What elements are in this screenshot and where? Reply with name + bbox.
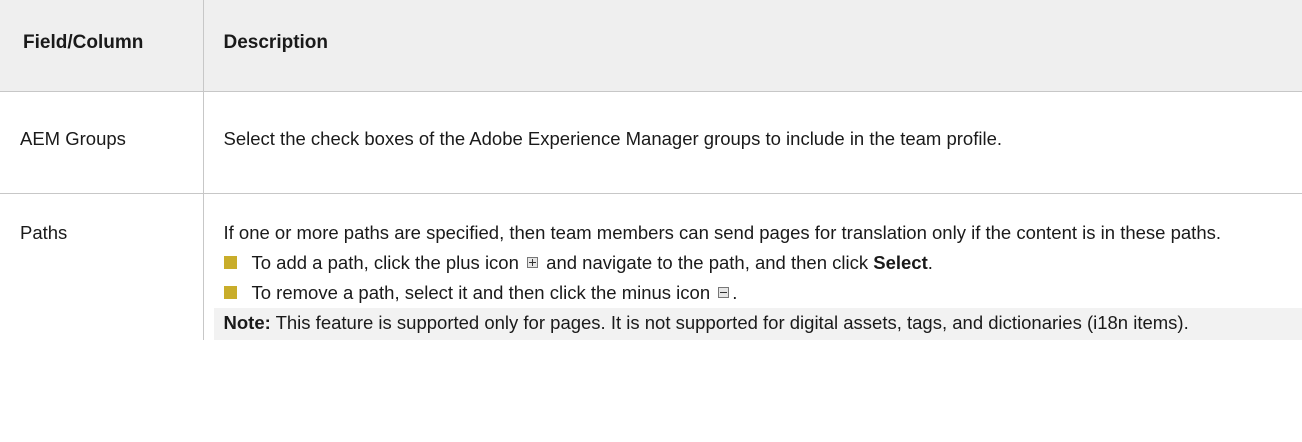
bullet-square-icon <box>223 285 237 299</box>
paths-intro: If one or more paths are specified, then… <box>223 221 1222 243</box>
plus-icon <box>527 257 539 269</box>
field-description: If one or more paths are specified, then… <box>203 193 1302 340</box>
note-text: This feature is supported only for pages… <box>275 311 1189 333</box>
list-item: To add a path, click the plus icon and n… <box>223 248 1283 278</box>
header-description: Description <box>203 0 1302 92</box>
bullet-text: To add a path, click the plus icon <box>251 251 519 273</box>
field-description: Select the check boxes of the Adobe Expe… <box>203 91 1302 194</box>
note-label: Note: <box>223 311 271 333</box>
field-description-table: Field/Column Description AEM Groups Sele… <box>0 0 1302 340</box>
note-box: Note: This feature is supported only for… <box>213 307 1302 340</box>
bullet-text: To remove a path, select it and then cli… <box>251 281 711 303</box>
bullet-text: and navigate to the path, and then click <box>546 251 869 273</box>
select-keyword: Select <box>873 251 928 273</box>
bullet-end: . <box>927 251 933 273</box>
table-row: AEM Groups Select the check boxes of the… <box>0 91 1302 194</box>
table-header: Field/Column Description <box>0 0 1302 92</box>
field-name: Paths <box>0 193 204 340</box>
minus-icon <box>718 287 730 299</box>
list-item: To remove a path, select it and then cli… <box>223 278 1283 308</box>
table-row: Paths If one or more paths are specified… <box>0 193 1302 340</box>
bullet-end: . <box>732 281 738 303</box>
bullet-square-icon <box>223 255 237 269</box>
header-field-column: Field/Column <box>0 0 204 92</box>
field-name: AEM Groups <box>0 91 204 194</box>
